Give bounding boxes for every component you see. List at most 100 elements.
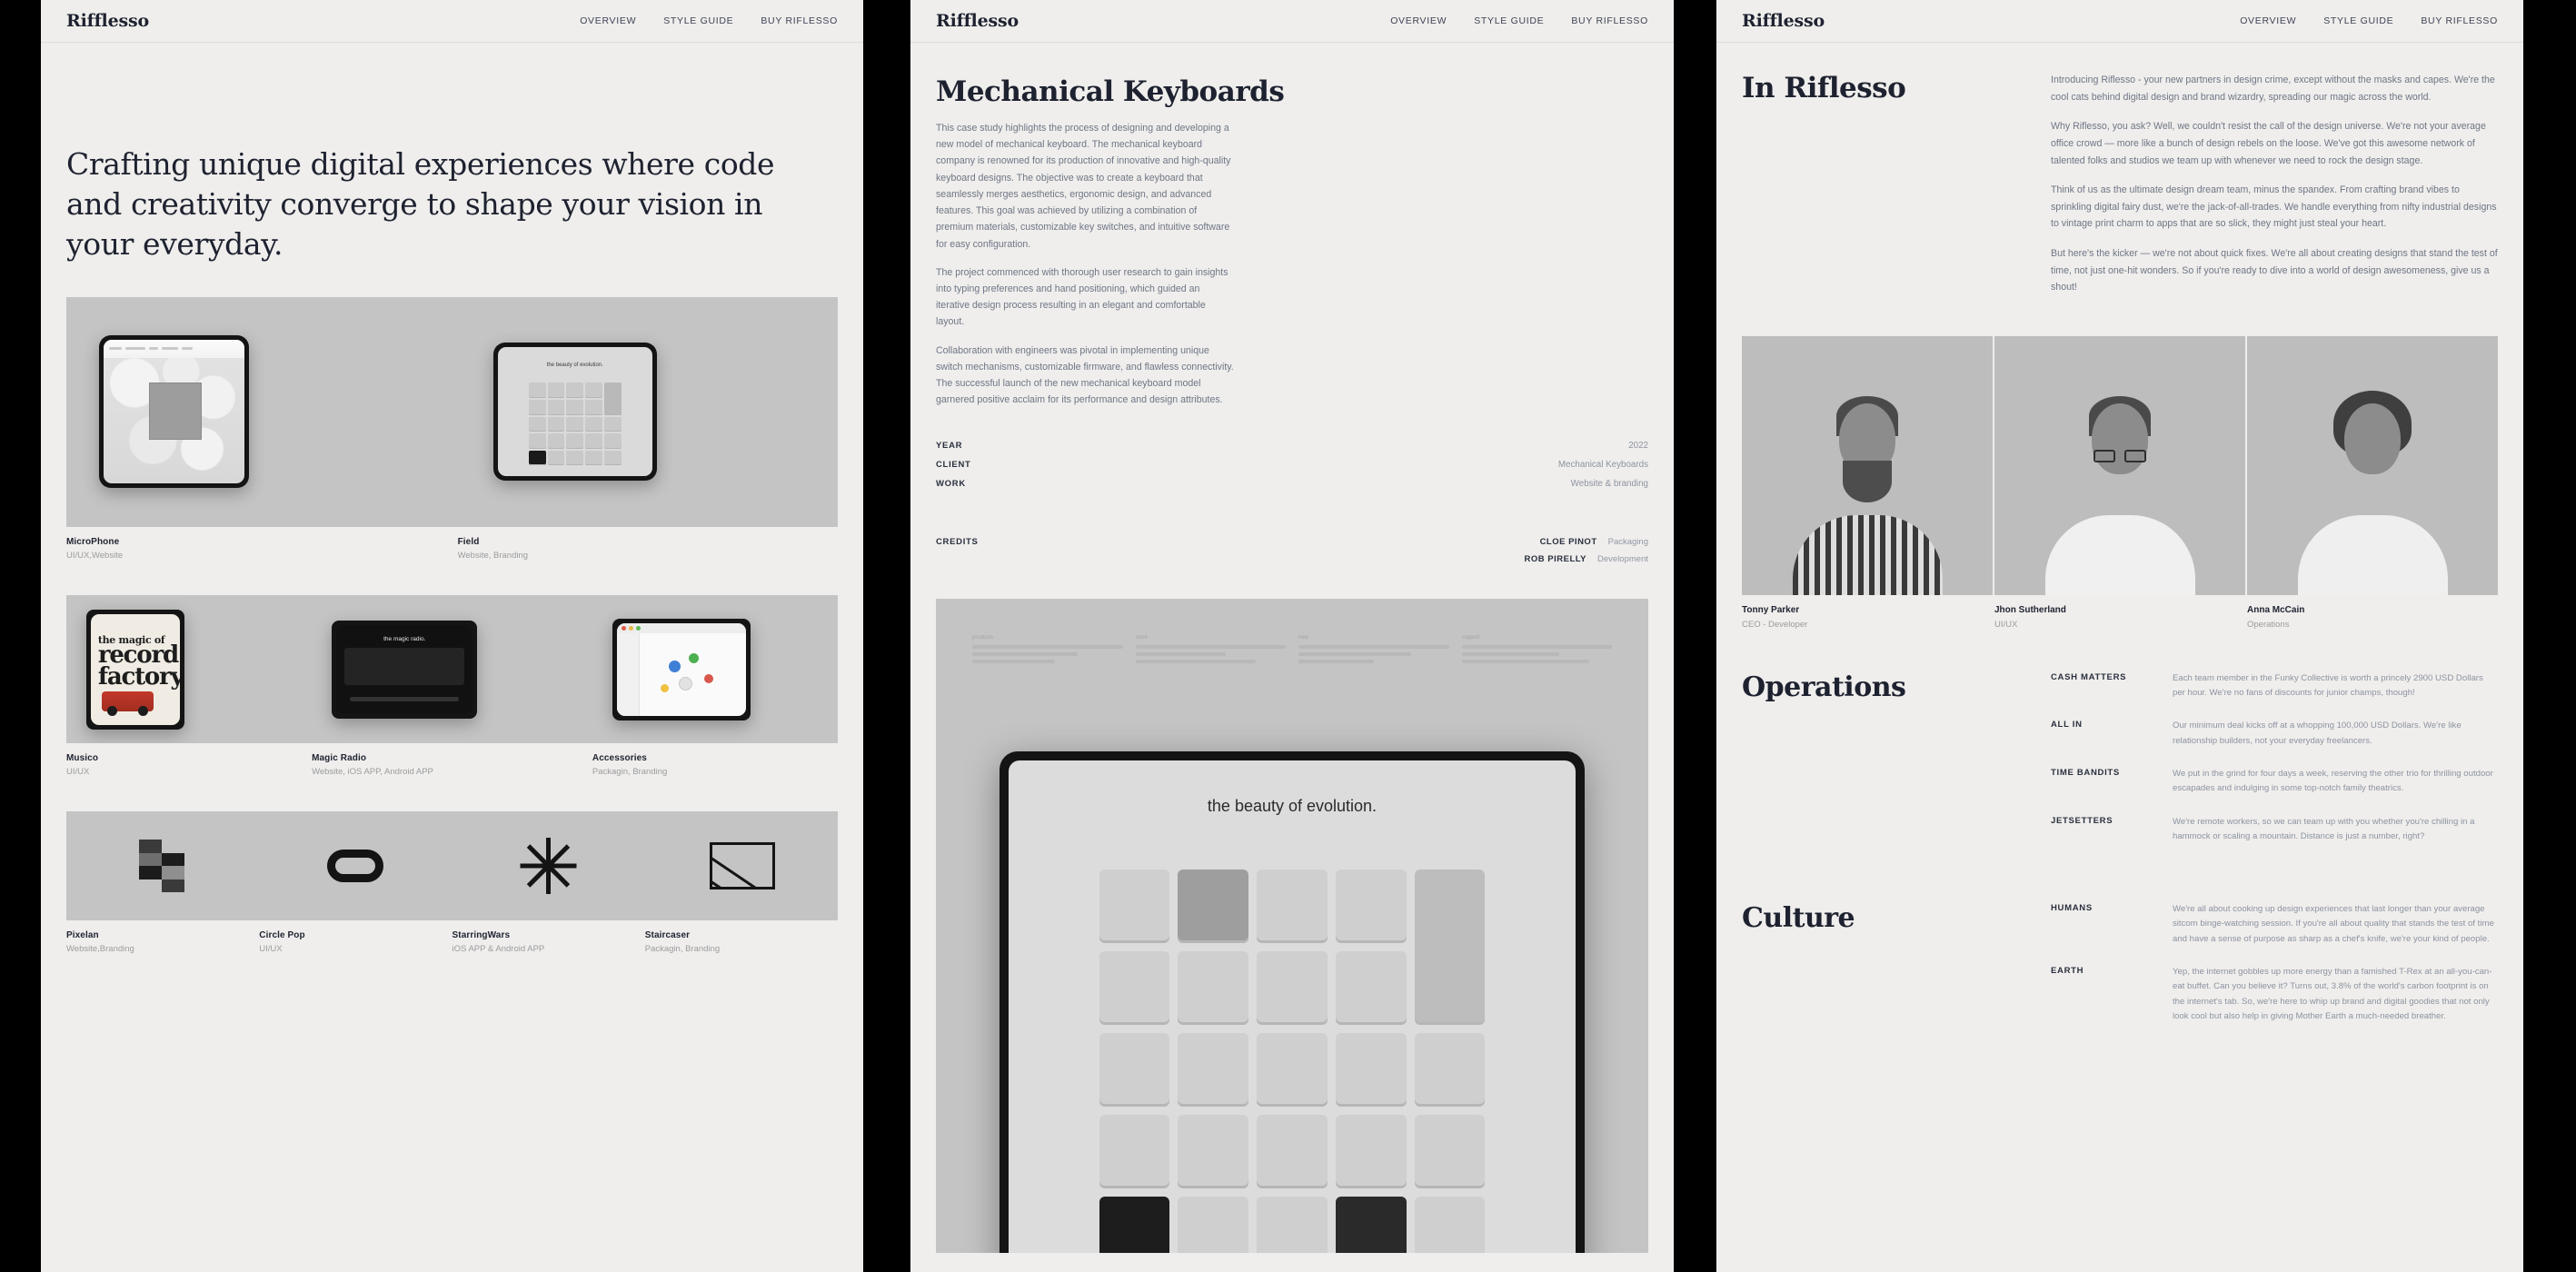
- about-paragraph-4: But here's the kicker — we're not about …: [2051, 248, 2498, 293]
- meta-row-work: WORK Website & branding: [936, 474, 1648, 493]
- project-caption-circle-pop[interactable]: Circle Pop UI/UX: [259, 929, 452, 956]
- credit-role: Packaging: [1607, 536, 1648, 547]
- project-tags: Website, iOS APP, Android APP: [312, 766, 433, 777]
- nav-link-style-guide[interactable]: STYLE GUIDE: [663, 15, 733, 26]
- hero-caption: the beauty of evolution.: [1207, 796, 1378, 815]
- case-hero-image[interactable]: products store new support the beauty of…: [936, 598, 1648, 1253]
- project-thumb-pixelan[interactable]: [66, 811, 258, 920]
- project-tags: UI/UX: [66, 766, 90, 777]
- team-photo-jhon-sutherland[interactable]: [1994, 336, 2245, 596]
- operations-item-cash-matters: CASH MATTERS Each team member in the Fun…: [2051, 671, 2498, 701]
- nav-link-overview[interactable]: OVERVIEW: [580, 15, 636, 26]
- project-name: Field: [457, 536, 480, 547]
- item-value: Each team member in the Funky Collective…: [2173, 672, 2483, 699]
- project-caption-starringwars[interactable]: StarringWars iOS APP & Android APP: [453, 929, 645, 956]
- nav-link-overview[interactable]: OVERVIEW: [2240, 15, 2296, 26]
- project-tags: UI/UX,Website: [66, 550, 124, 561]
- project-captions-row-1: MicroPhone UI/UX,Website Field Website, …: [66, 535, 838, 562]
- project-thumb-accessories[interactable]: [593, 594, 838, 743]
- project-caption-accessories[interactable]: Accessories Packagin, Branding: [592, 751, 838, 779]
- project-caption-staircaser[interactable]: Staircaser Packagin, Branding: [645, 929, 838, 956]
- project-tags: iOS APP & Android APP: [452, 944, 545, 954]
- project-thumb-magic-radio[interactable]: the magic radio.: [312, 594, 592, 743]
- nav-link-style-guide[interactable]: STYLE GUIDE: [1474, 15, 1544, 26]
- project-images-row-1: the beauty of evolution.: [66, 296, 838, 527]
- project-thumb-musico[interactable]: the magic of record factory: [66, 594, 311, 743]
- project-caption-musico[interactable]: Musico UI/UX: [66, 751, 312, 779]
- project-name: Accessories: [592, 752, 647, 763]
- wireframe-label: support: [1461, 634, 1480, 641]
- logo[interactable]: Rifflesso: [936, 11, 1019, 31]
- case-credits: CREDITS CLOE PINOT Packaging ROB PIRELLY…: [936, 533, 1648, 568]
- item-value: We put in the grind for four days a week…: [2173, 768, 2493, 794]
- project-name: Circle Pop: [259, 930, 305, 940]
- wireframe-label: products: [972, 634, 994, 641]
- operations-item-all-in: ALL IN Our minimum deal kicks off at a w…: [2051, 719, 2498, 749]
- team-name: Jhon Sutherland: [1994, 605, 2066, 616]
- item-value: Yep, the internet gobbles up more energy…: [2173, 967, 2492, 1021]
- project-caption-magic-radio[interactable]: Magic Radio Website, iOS APP, Android AP…: [312, 751, 592, 779]
- wireframe-overlay: products store new support: [972, 635, 1612, 721]
- project-thumb-staircaser[interactable]: [646, 811, 838, 920]
- team-photo-anna-mccain[interactable]: [2247, 336, 2498, 596]
- team-captions: Tonny Parker CEO - Developer Jhon Suther…: [1742, 603, 2498, 631]
- team-caption-tonny-parker[interactable]: Tonny Parker CEO - Developer: [1742, 603, 1993, 631]
- project-tags: Website,Branding: [66, 944, 134, 954]
- project-captions-row-3: Pixelan Website,Branding Circle Pop UI/U…: [66, 929, 838, 956]
- hero-headline: Crafting unique digital experiences wher…: [66, 146, 775, 262]
- case-paragraph-2: The project commenced with thorough user…: [936, 266, 1228, 328]
- project-name: Pixelan: [66, 930, 99, 940]
- pixel-grid-icon: [139, 840, 185, 892]
- case-paragraph-1: This case study highlights the process o…: [936, 123, 1231, 250]
- project-thumb-starringwars[interactable]: [453, 811, 645, 920]
- culture-list: HUMANS We're all about cooking up design…: [2051, 902, 2498, 1042]
- project-thumb-circle-pop[interactable]: [259, 811, 452, 920]
- project-images-row-2: the magic of record factory the magic ra…: [66, 594, 838, 743]
- about-paragraph-2: Why Riflesso, you ask? Well, we couldn't…: [2051, 121, 2486, 166]
- operations-list: CASH MATTERS Each team member in the Fun…: [2051, 671, 2498, 862]
- project-row-1: the beauty of evolution. MicroPhone UI/U…: [66, 296, 838, 562]
- logo[interactable]: Rifflesso: [1742, 11, 1825, 31]
- item-key: CASH MATTERS: [2051, 671, 2127, 682]
- team-photo-row: [1742, 336, 2498, 596]
- nav-link-buy[interactable]: BUY RIFLESSO: [761, 15, 838, 26]
- meta-key: YEAR: [936, 440, 963, 451]
- wireframe-label: new: [1298, 634, 1309, 641]
- operations-item-time-bandits: TIME BANDITS We put in the grind for fou…: [2051, 767, 2498, 797]
- project-caption-field[interactable]: Field Website, Branding: [458, 535, 838, 562]
- about-paragraph-1: Introducing Riflesso - your new partners…: [2051, 75, 2495, 103]
- nav-link-overview[interactable]: OVERVIEW: [1390, 15, 1447, 26]
- project-caption-pixelan[interactable]: Pixelan Website,Branding: [66, 929, 259, 956]
- culture-item-humans: HUMANS We're all about cooking up design…: [2051, 902, 2498, 947]
- keyboard-keys: [1099, 869, 1486, 1253]
- team-role: CEO - Developer: [1742, 619, 1808, 630]
- credits-row-2: ROB PIRELLY Development: [936, 551, 1648, 568]
- project-tags: Packagin, Branding: [644, 944, 721, 954]
- logo[interactable]: Rifflesso: [66, 11, 149, 31]
- project-name: Staircaser: [644, 930, 691, 940]
- about-paragraph-3: Think of us as the ultimate design dream…: [2051, 184, 2497, 230]
- project-thumb-field[interactable]: the beauty of evolution.: [458, 296, 838, 527]
- item-key: ALL IN: [2051, 720, 2083, 730]
- team-caption-anna-mccain[interactable]: Anna McCain Operations: [2247, 603, 2498, 631]
- nav-link-buy[interactable]: BUY RIFLESSO: [2421, 15, 2498, 26]
- item-value: We're all about cooking up design experi…: [2173, 904, 2494, 944]
- credits-label: CREDITS: [936, 536, 979, 547]
- team-role: Operations: [2247, 619, 2290, 630]
- team-caption-jhon-sutherland[interactable]: Jhon Sutherland UI/UX: [1994, 603, 2245, 631]
- meta-key: CLIENT: [936, 459, 971, 470]
- credit-role: Development: [1597, 553, 1648, 564]
- project-caption-microphone[interactable]: MicroPhone UI/UX,Website: [66, 535, 458, 562]
- nav-link-buy[interactable]: BUY RIFLESSO: [1571, 15, 1648, 26]
- project-tags: Packagin, Branding: [592, 766, 668, 777]
- project-name: MicroPhone: [66, 536, 120, 547]
- pill-shape-icon: [327, 850, 384, 882]
- item-key: JETSETTERS: [2051, 815, 2114, 826]
- panel-home: Rifflesso OVERVIEW STYLE GUIDE BUY RIFLE…: [41, 0, 863, 1272]
- meta-value: 2022: [1628, 440, 1648, 451]
- credit-name: CLOE PINOT: [1539, 536, 1597, 547]
- team-photo-tonny-parker[interactable]: [1742, 336, 1993, 596]
- project-name: StarringWars: [452, 930, 511, 940]
- project-thumb-microphone[interactable]: [66, 296, 457, 527]
- nav-link-style-guide[interactable]: STYLE GUIDE: [2323, 15, 2393, 26]
